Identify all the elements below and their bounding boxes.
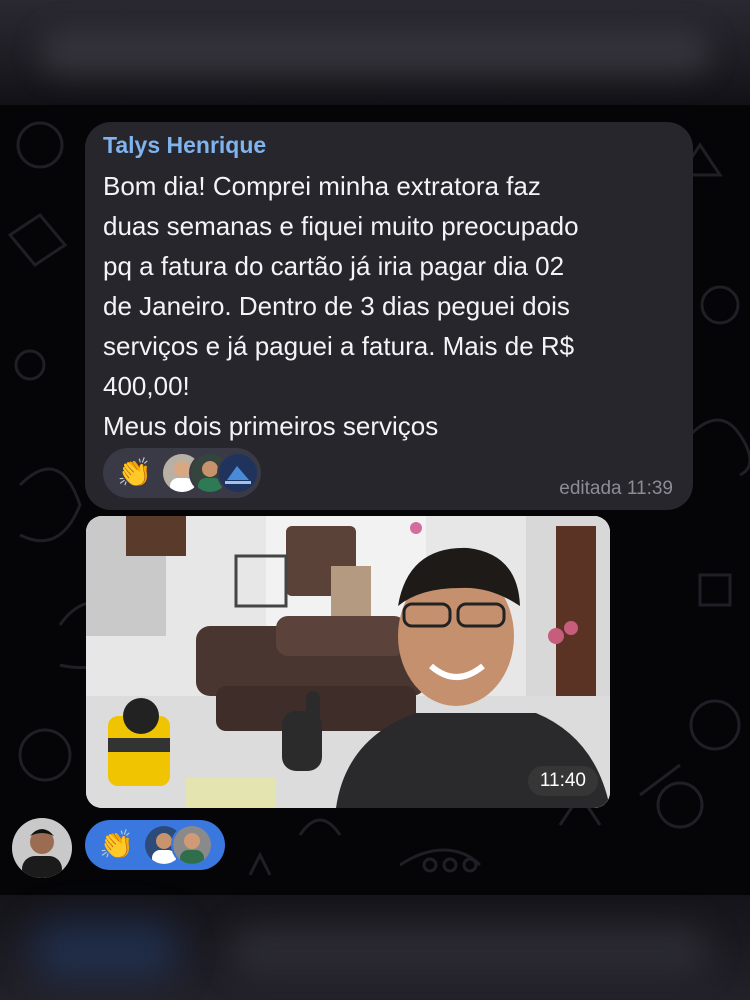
message-bubble[interactable]: Talys Henrique Bom dia! Comprei minha ex… (85, 122, 693, 510)
message-line: serviços e já paguei a fatura. Mais de R… (103, 331, 575, 361)
clapping-hands-icon: 👏 (117, 457, 152, 488)
photo-timestamp: 11:40 (527, 766, 598, 796)
message-line: pq a fatura do cartão já iria pagar dia … (103, 251, 565, 281)
blurred-input-bar (0, 895, 750, 1000)
sender-avatar[interactable] (12, 818, 72, 878)
message-line: de Janeiro. Dentro de 3 dias peguei dois (103, 291, 570, 321)
reactor-avatar (217, 452, 259, 494)
clapping-hands-icon: 👏 (99, 829, 134, 860)
message-text: Bom dia! Comprei minha extratora faz dua… (103, 166, 683, 486)
reaction-pill[interactable]: 👏 (103, 448, 261, 498)
selfie-photo (86, 516, 610, 808)
message-line: 400,00! (103, 371, 190, 401)
own-reaction-pill[interactable]: 👏 (85, 820, 225, 870)
blurred-top-bar (0, 0, 750, 105)
reactor-avatar (171, 824, 213, 866)
photo-message[interactable]: 11:40 (86, 516, 610, 808)
edited-timestamp: editada 11:39 (559, 478, 673, 499)
message-line: duas semanas e fiquei muito preocupado (103, 211, 579, 241)
message-line: Meus dois primeiros serviços (103, 411, 439, 441)
message-line: Bom dia! Comprei minha extratora faz (103, 171, 541, 201)
sender-name[interactable]: Talys Henrique (103, 132, 266, 159)
